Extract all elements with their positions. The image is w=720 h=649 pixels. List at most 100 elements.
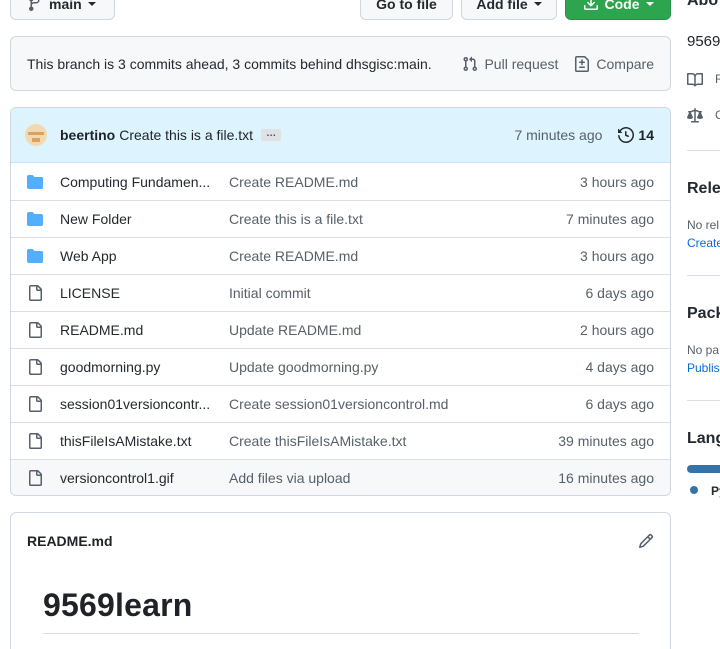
file-row[interactable]: New Folder Create this is a file.txt 7 min… (11, 200, 670, 237)
compare-button[interactable]: Compare (574, 55, 654, 72)
file-name-link[interactable]: thisFileIsAMistake.txt (60, 433, 229, 449)
file-commit-age: 2 hours ago (580, 322, 654, 338)
file-row[interactable]: Web App Create README.md 3 hours ago (11, 237, 670, 274)
sidebar-divider (687, 150, 720, 151)
file-name-link[interactable]: README.md (60, 322, 229, 338)
pull-request-button[interactable]: Pull request (462, 56, 558, 72)
languages-heading: Lang (687, 430, 720, 447)
code-label: Code (604, 0, 640, 12)
file-name-link[interactable]: Web App (60, 248, 229, 264)
file-icon (27, 322, 43, 338)
language-bar (687, 465, 720, 473)
publish-package-link[interactable]: Publis (687, 361, 720, 375)
readme-header: README.md (11, 513, 670, 568)
file-row[interactable]: LICENSE Initial commit 6 days ago (11, 274, 670, 311)
branch-status-box: This branch is 3 commits ahead, 3 commit… (10, 36, 671, 91)
file-commit-age: 6 days ago (585, 396, 655, 412)
file-diff-icon (575, 55, 590, 72)
file-commit-message-link[interactable]: Create README.md (229, 174, 580, 190)
create-release-link[interactable]: Create (687, 236, 720, 250)
file-row[interactable]: README.md Update README.md 2 hours ago (11, 311, 670, 348)
branch-status-text: This branch is 3 commits ahead, 3 commit… (27, 55, 432, 72)
file-commit-message-link[interactable]: Create README.md (229, 248, 580, 264)
commit-message-link[interactable]: Create this is a file.txt (119, 127, 253, 143)
chevron-down-icon (645, 2, 654, 6)
packages-heading[interactable]: Pack (687, 305, 720, 323)
pencil-icon[interactable] (638, 533, 654, 549)
go-to-file-button[interactable]: Go to file (360, 0, 453, 20)
folder-icon (27, 211, 43, 227)
branch-select-button[interactable]: main (10, 0, 115, 20)
chevron-down-icon (87, 2, 96, 6)
file-name-link[interactable]: New Folder (60, 211, 229, 227)
about-heading: Abo (687, 0, 719, 9)
avatar[interactable] (25, 124, 47, 146)
git-branch-icon (29, 0, 40, 11)
file-icon (27, 359, 43, 375)
file-commit-age: 16 minutes ago (558, 470, 654, 486)
file-icon (27, 285, 43, 301)
file-browser: beertino Create this is a file.txt … 7 m… (10, 107, 671, 496)
file-icon (27, 470, 43, 486)
law-icon (687, 108, 703, 123)
history-icon (618, 127, 635, 143)
file-commit-age: 6 days ago (585, 285, 655, 301)
sidebar-divider (687, 275, 720, 276)
branch-label: main (49, 0, 82, 12)
file-row[interactable]: thisFileIsAMistake.txt Create thisFileIsA… (11, 422, 670, 459)
file-row[interactable]: goodmorning.py Update goodmorning.py 4 day… (11, 348, 670, 385)
file-commit-message-link[interactable]: Update README.md (229, 322, 580, 338)
repo-description: 9569 (687, 33, 720, 50)
file-name-link[interactable]: LICENSE (60, 285, 229, 301)
commit-count: 14 (638, 127, 654, 143)
file-commit-message-link[interactable]: Create this is a file.txt (229, 211, 566, 227)
commit-author-link[interactable]: beertino (60, 127, 115, 143)
go-to-file-label: Go to file (376, 0, 437, 12)
file-icon (27, 396, 43, 412)
license-sidebar-link[interactable]: C (715, 108, 720, 122)
readme-heading: 9569learn (43, 587, 193, 623)
chevron-down-icon (533, 2, 542, 6)
language-dot (690, 486, 698, 494)
file-commit-age: 3 hours ago (580, 248, 654, 264)
download-icon (583, 0, 598, 10)
file-commit-message-link[interactable]: Add files via upload (229, 470, 558, 486)
code-button[interactable]: Code (565, 0, 671, 20)
readme-panel: README.md 9569learn (10, 512, 671, 649)
file-row[interactable]: Computing Fundamen... Create README.md 3 h… (11, 163, 670, 200)
file-commit-age: 39 minutes ago (558, 433, 654, 449)
heading-divider (43, 633, 639, 634)
commit-history-link[interactable]: 14 (618, 127, 654, 143)
repo-sidebar: Abo 9569 R C Rele No rel Create Pack No … (687, 0, 720, 649)
compare-label: Compare (596, 55, 654, 72)
add-file-button[interactable]: Add file (461, 0, 557, 20)
packages-note: No pa (687, 343, 720, 357)
file-commit-age: 3 hours ago (580, 173, 654, 190)
file-name-link[interactable]: Computing Fundamen... (60, 174, 229, 190)
file-commit-message-link[interactable]: Create session01versioncontrol.md (229, 396, 586, 412)
add-file-label: Add file (476, 0, 528, 12)
file-commit-message-link[interactable]: Initial commit (229, 285, 586, 301)
folder-icon (27, 248, 43, 264)
file-commit-age: 7 minutes ago (566, 211, 654, 227)
expand-commit-button[interactable]: … (261, 129, 282, 141)
folder-icon (27, 174, 43, 190)
file-commit-message-link[interactable]: Update goodmorning.py (229, 359, 586, 375)
releases-note: No rel (687, 218, 720, 232)
file-row[interactable]: session01versioncontr... Create session01… (11, 385, 670, 422)
readme-filename[interactable]: README.md (27, 533, 113, 549)
sidebar-divider (687, 400, 720, 401)
pull-request-icon (463, 56, 478, 71)
readme-sidebar-link[interactable]: R (715, 72, 720, 86)
file-name-link[interactable]: versioncontrol1.gif (60, 470, 229, 486)
file-name-link[interactable]: session01versioncontr... (60, 396, 229, 412)
file-commit-age: 4 days ago (585, 359, 655, 375)
commit-time[interactable]: 7 minutes ago (514, 127, 602, 143)
language-name[interactable]: Py (711, 484, 720, 498)
book-icon (687, 72, 703, 87)
file-name-link[interactable]: goodmorning.py (60, 359, 229, 375)
pull-request-label: Pull request (484, 55, 559, 72)
file-commit-message-link[interactable]: Create thisFileIsAMistake.txt (229, 433, 558, 449)
file-row[interactable]: versioncontrol1.gif Add files via upload 1… (11, 459, 670, 495)
releases-heading[interactable]: Rele (687, 180, 720, 198)
